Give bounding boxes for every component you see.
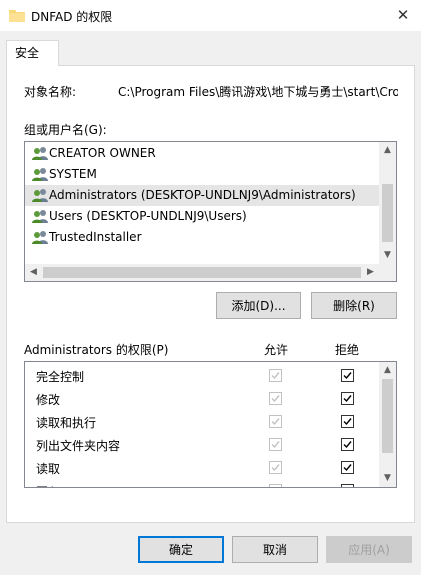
list-item-label: Administrators (DESKTOP-UNDLNJ9\Administ… [49, 188, 356, 202]
permission-name: 读取 [36, 462, 61, 476]
close-icon: ✕ [396, 6, 410, 24]
scroll-thumb[interactable] [382, 184, 393, 242]
permission-row: 写入 [25, 479, 379, 487]
permission-row: 读取 [25, 456, 379, 479]
scroll-up-icon[interactable]: ▲ [379, 362, 396, 379]
permission-name: 写入 [36, 483, 60, 487]
deny-checkbox[interactable] [341, 369, 354, 382]
allow-checkbox[interactable] [269, 461, 282, 474]
permissions-list: 完全控制修改读取和执行列出文件夹内容读取写入 ▲ ▼ [24, 361, 397, 488]
scrollbar-corner [379, 264, 396, 281]
close-button[interactable]: ✕ [385, 0, 421, 31]
deny-checkbox[interactable] [341, 484, 354, 487]
scroll-up-icon[interactable]: ▲ [379, 142, 396, 159]
permission-row: 修改 [25, 387, 379, 410]
user-group-icon [31, 230, 49, 245]
folder-icon [9, 10, 25, 22]
permission-row: 完全控制 [25, 364, 379, 387]
list-item-label: CREATOR OWNER [49, 146, 156, 160]
user-group-icon [31, 146, 49, 161]
allow-checkbox[interactable] [269, 392, 282, 405]
deny-checkbox[interactable] [341, 438, 354, 451]
list-item[interactable]: SYSTEM [25, 164, 379, 185]
permissions-label: Administrators 的权限(P) [24, 343, 169, 357]
scroll-down-icon[interactable]: ▼ [379, 247, 396, 264]
groups-listbox[interactable]: CREATOR OWNER SYSTEM Administrators (DESKT… [24, 141, 397, 282]
list-item[interactable]: TrustedInstaller [25, 227, 379, 248]
permission-name: 列出文件夹内容 [36, 439, 121, 453]
user-group-icon [31, 209, 49, 224]
allow-checkbox[interactable] [269, 438, 282, 451]
cancel-button[interactable]: 取消 [232, 536, 318, 563]
scroll-right-icon[interactable]: ▶ [362, 264, 379, 281]
groups-label: 组或用户名(G): [24, 123, 107, 137]
scroll-thumb[interactable] [382, 379, 393, 453]
ok-button[interactable]: 确定 [138, 536, 224, 563]
list-item[interactable]: CREATOR OWNER [25, 143, 379, 164]
deny-checkbox[interactable] [341, 461, 354, 474]
deny-header: 拒绝 [335, 343, 360, 357]
title-bar: DNFAD 的权限 ✕ [0, 0, 421, 31]
permission-name: 读取和执行 [36, 416, 97, 430]
deny-checkbox[interactable] [341, 392, 354, 405]
scroll-down-icon[interactable]: ▼ [379, 470, 396, 487]
allow-checkbox[interactable] [269, 415, 282, 428]
list-item-label: SYSTEM [49, 167, 97, 181]
window-title: DNFAD 的权限 [31, 10, 113, 24]
remove-button[interactable]: 删除(R) [311, 292, 397, 319]
list-item-label: TrustedInstaller [49, 230, 142, 244]
object-name-value: C:\Program Files\腾讯游戏\地下城与勇士\start\Cro [118, 85, 398, 99]
scroll-thumb-horizontal[interactable] [43, 267, 361, 278]
object-name-label: 对象名称: [24, 85, 77, 99]
user-group-icon [31, 188, 49, 203]
permission-name: 完全控制 [36, 370, 85, 384]
list-item[interactable]: Administrators (DESKTOP-UNDLNJ9\Administ… [25, 185, 379, 206]
allow-checkbox[interactable] [269, 369, 282, 382]
user-group-icon [31, 167, 49, 182]
tab-security[interactable]: 安全 [6, 40, 59, 66]
groups-horizontal-scrollbar[interactable]: ◀ ▶ [25, 264, 379, 281]
allow-checkbox[interactable] [269, 484, 282, 487]
list-item[interactable]: Users (DESKTOP-UNDLNJ9\Users) [25, 206, 379, 227]
permission-name: 修改 [36, 393, 61, 407]
allow-header: 允许 [264, 343, 289, 357]
permission-row: 读取和执行 [25, 410, 379, 433]
apply-button[interactable]: 应用(A) [326, 536, 412, 563]
permissions-vertical-scrollbar[interactable]: ▲ ▼ [379, 362, 396, 487]
deny-checkbox[interactable] [341, 415, 354, 428]
add-button[interactable]: 添加(D)... [216, 292, 301, 319]
scroll-left-icon[interactable]: ◀ [25, 264, 42, 281]
permission-row: 列出文件夹内容 [25, 433, 379, 456]
list-item-label: Users (DESKTOP-UNDLNJ9\Users) [49, 209, 247, 223]
groups-vertical-scrollbar[interactable]: ▲ ▼ [379, 142, 396, 264]
